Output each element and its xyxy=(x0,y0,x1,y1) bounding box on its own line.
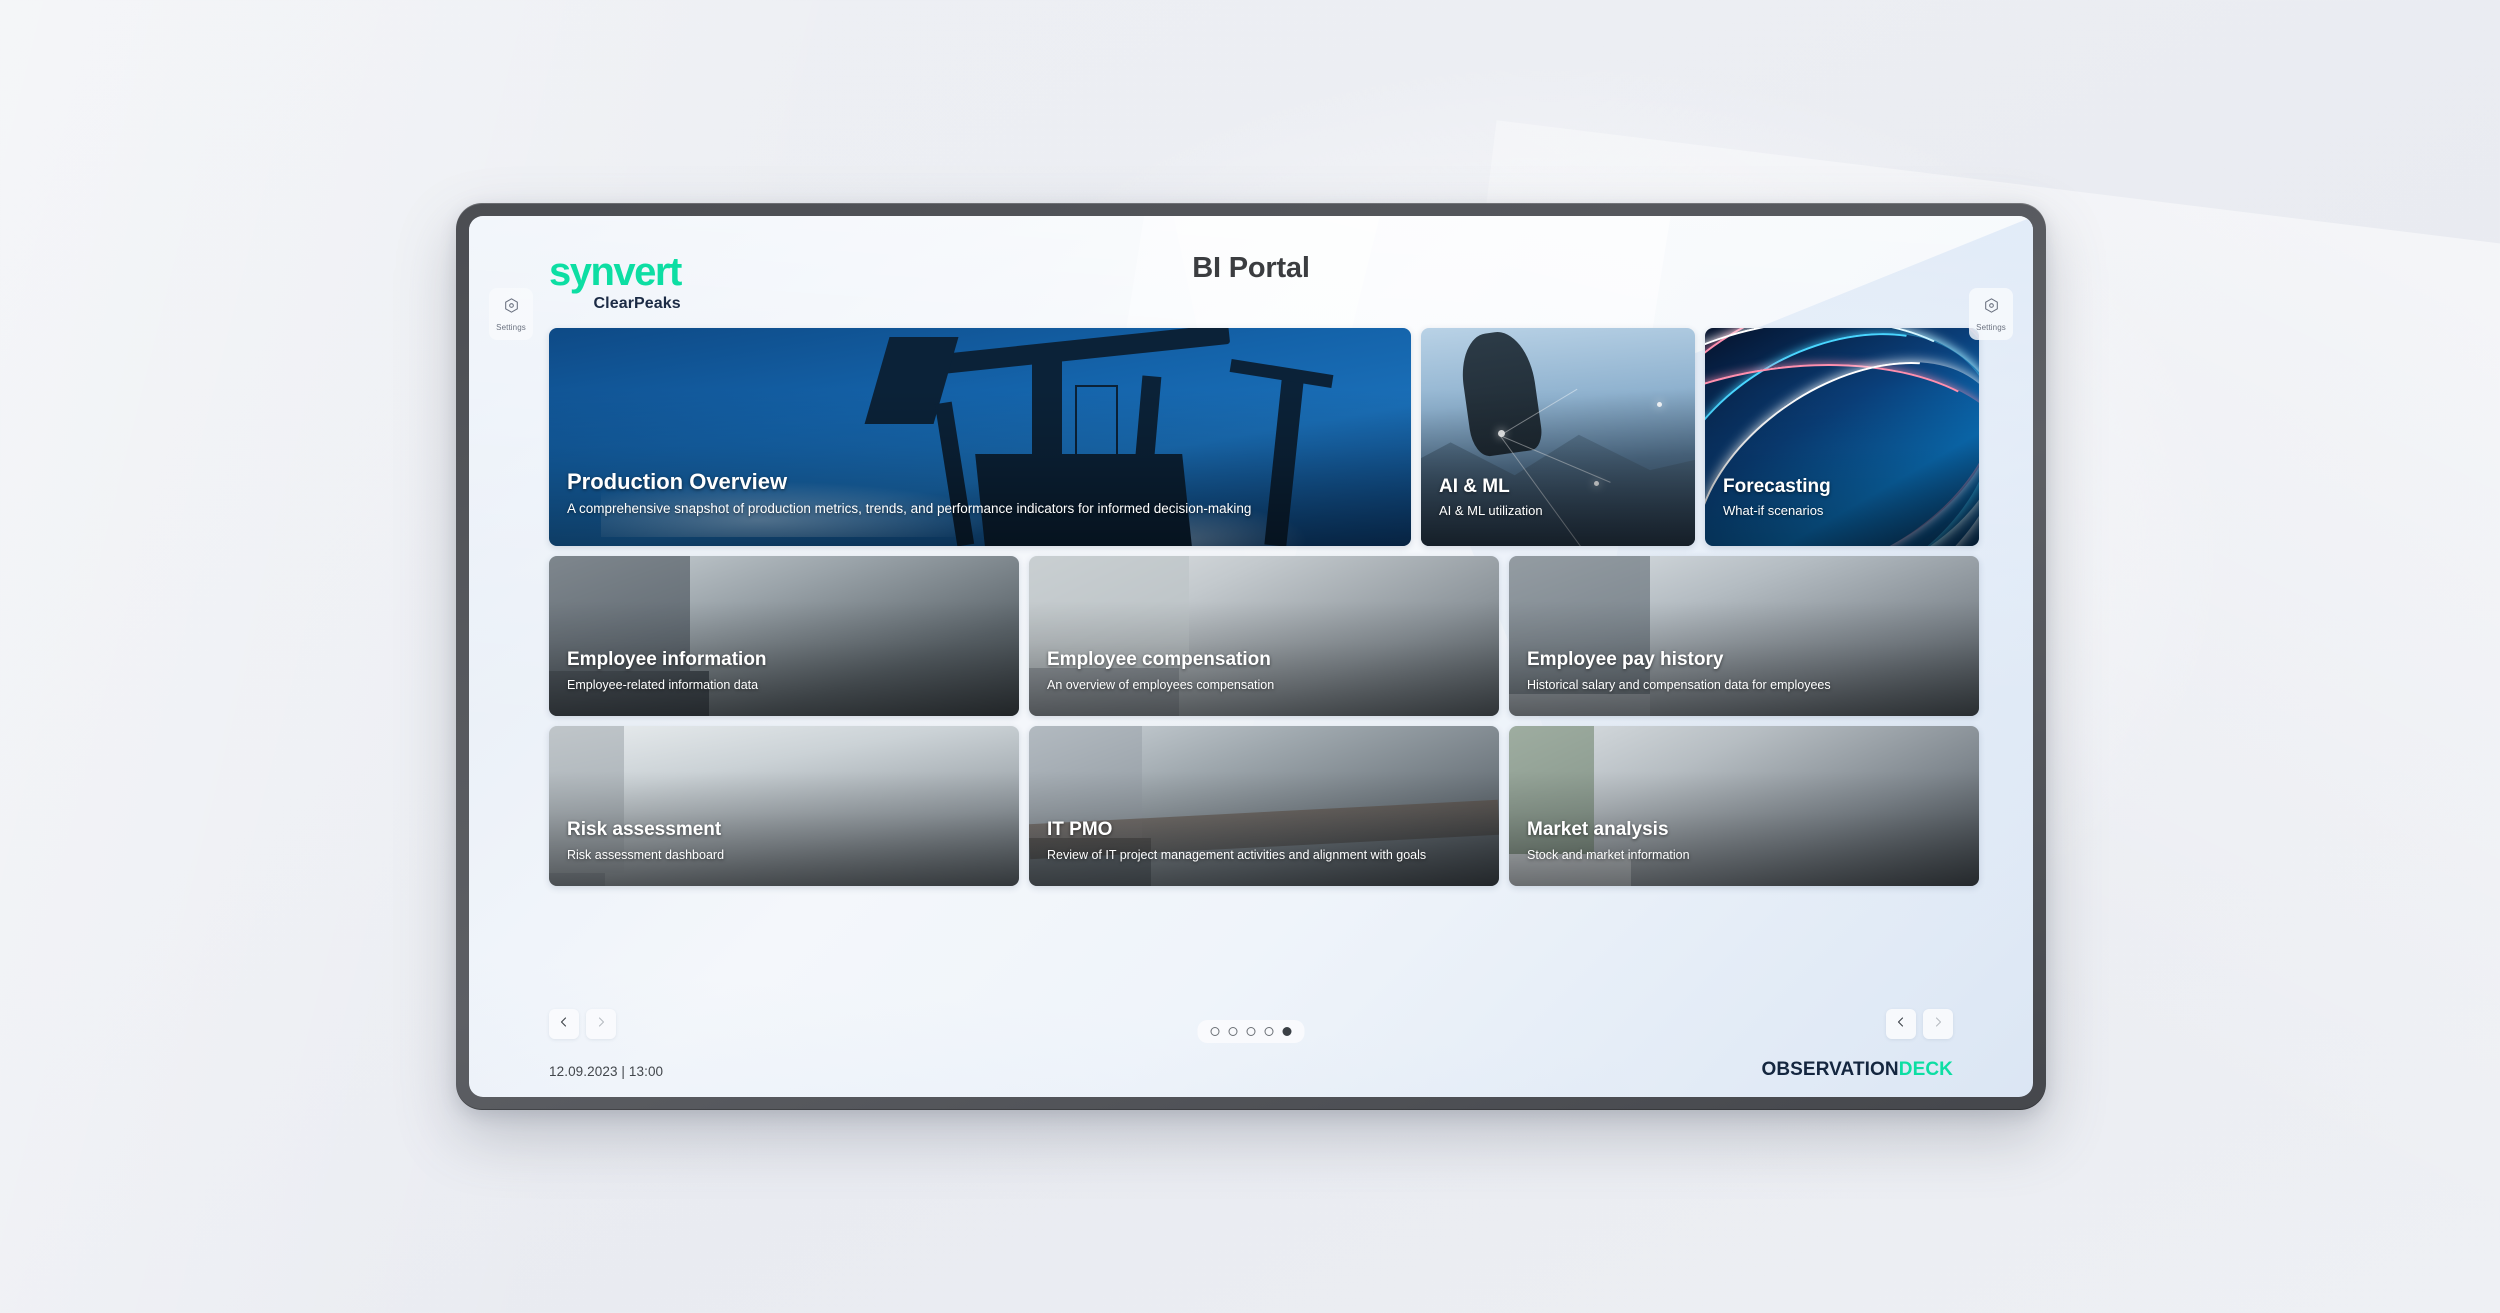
card-production-overview[interactable]: Production Overview A comprehensive snap… xyxy=(549,328,1411,546)
footer: 12.09.2023 | 13:00 OBSERVATIONDECK xyxy=(469,989,2033,1097)
settings-label-right: Settings xyxy=(1976,322,2006,332)
card-employee-compensation[interactable]: Employee compensation An overview of emp… xyxy=(1029,556,1499,716)
card-subtitle: Historical salary and compensation data … xyxy=(1527,677,1831,692)
brand-logo-sub: ClearPeaks xyxy=(593,295,681,312)
screen: synvert ClearPeaks BI Portal Settings Se… xyxy=(469,216,2033,1097)
card-subtitle: Stock and market information xyxy=(1527,847,1690,862)
card-employee-information[interactable]: Employee information Employee-related in… xyxy=(549,556,1019,716)
card-subtitle: What-if scenarios xyxy=(1723,503,1824,518)
page-title: BI Portal xyxy=(1192,252,1310,284)
settings-label-left: Settings xyxy=(496,322,526,332)
card-subtitle: Review of IT project management activiti… xyxy=(1047,847,1427,862)
pager-controls-left xyxy=(549,1009,616,1039)
pagination-dots[interactable] xyxy=(1197,1020,1305,1043)
card-forecasting[interactable]: Forecasting What-if scenarios xyxy=(1705,328,1979,546)
card-risk-assessment[interactable]: Risk assessment Risk assessment dashboar… xyxy=(549,726,1019,886)
card-title: Risk assessment xyxy=(567,818,722,840)
card-row-3: Risk assessment Risk assessment dashboar… xyxy=(549,726,1979,886)
display-device-frame: synvert ClearPeaks BI Portal Settings Se… xyxy=(456,203,2046,1110)
card-title: Market analysis xyxy=(1527,818,1669,840)
card-ai-ml[interactable]: AI & ML AI & ML utilization xyxy=(1421,328,1695,546)
chevron-left-icon xyxy=(1895,1015,1907,1033)
header: synvert ClearPeaks BI Portal xyxy=(469,216,2033,336)
chevron-right-icon xyxy=(595,1015,607,1033)
next-page-button-left[interactable] xyxy=(586,1009,616,1039)
chevron-left-icon xyxy=(558,1015,570,1033)
hex-gear-icon xyxy=(1983,297,2000,319)
card-subtitle: An overview of employees compensation xyxy=(1047,677,1275,692)
observation-deck-logo-part1: OBSERVATION xyxy=(1761,1059,1899,1080)
card-subtitle: Employee-related information data xyxy=(567,677,759,692)
pagination-dot[interactable] xyxy=(1228,1027,1238,1036)
settings-button-right[interactable]: Settings xyxy=(1969,288,2013,340)
card-it-pmo[interactable]: IT PMO Review of IT project management a… xyxy=(1029,726,1499,886)
observation-deck-logo: OBSERVATIONDECK xyxy=(1761,1059,1953,1081)
pagination-dot[interactable] xyxy=(1246,1027,1256,1036)
prev-page-button-right[interactable] xyxy=(1886,1009,1916,1039)
card-title: Employee compensation xyxy=(1047,648,1271,670)
card-row-2: Employee information Employee-related in… xyxy=(549,556,1979,716)
card-title: Production Overview xyxy=(567,469,788,494)
timestamp: 12.09.2023 | 13:00 xyxy=(549,1064,664,1079)
card-subtitle: Risk assessment dashboard xyxy=(567,847,725,862)
card-title: IT PMO xyxy=(1047,818,1113,840)
chevron-right-icon xyxy=(1932,1015,1944,1033)
card-subtitle: A comprehensive snapshot of production m… xyxy=(567,501,1252,516)
pagination-dot-active[interactable] xyxy=(1282,1027,1292,1036)
pagination-dot[interactable] xyxy=(1210,1027,1220,1036)
card-title: AI & ML xyxy=(1439,476,1510,497)
next-page-button-right[interactable] xyxy=(1923,1009,1953,1039)
settings-button-left[interactable]: Settings xyxy=(489,288,533,340)
card-title: Employee information xyxy=(567,648,767,670)
dashboard-card-grid: Production Overview A comprehensive snap… xyxy=(549,328,1979,896)
card-title: Forecasting xyxy=(1723,476,1831,497)
pager-controls-right xyxy=(1886,1009,1953,1039)
hex-gear-icon xyxy=(503,297,520,319)
prev-page-button-left[interactable] xyxy=(549,1009,579,1039)
card-title: Employee pay history xyxy=(1527,648,1724,670)
observation-deck-logo-part2: DECK xyxy=(1898,1059,1953,1080)
card-subtitle: AI & ML utilization xyxy=(1439,503,1543,518)
card-employee-pay-history[interactable]: Employee pay history Historical salary a… xyxy=(1509,556,1979,716)
card-row-1: Production Overview A comprehensive snap… xyxy=(549,328,1979,546)
card-market-analysis[interactable]: Market analysis Stock and market informa… xyxy=(1509,726,1979,886)
pagination-dot[interactable] xyxy=(1264,1027,1274,1036)
